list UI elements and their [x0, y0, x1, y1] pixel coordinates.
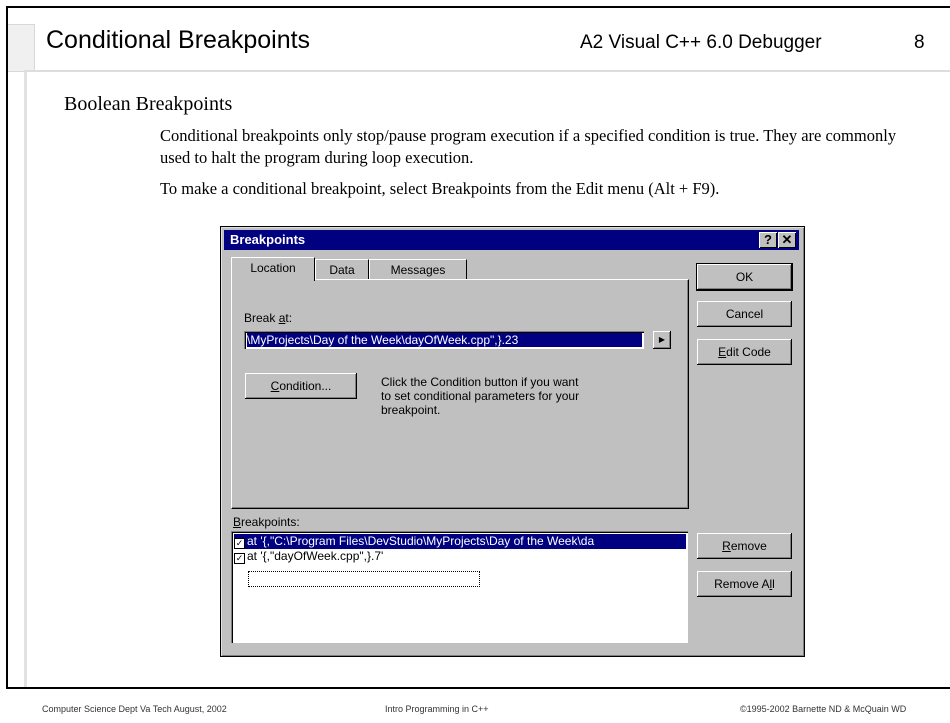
breakpoint-row[interactable]: ✓ at '{,"C:\Program Files\DevStudio\MyPro… — [234, 534, 686, 549]
break-at-field[interactable]: \MyProjects\Day of the Week\dayOfWeek.cp… — [244, 331, 644, 349]
checkbox-checked-icon[interactable]: ✓ — [234, 538, 245, 549]
slide-title: Conditional Breakpoints — [46, 26, 311, 54]
tab-location[interactable]: Location — [231, 257, 315, 281]
content-left-bar — [24, 72, 27, 687]
break-at-value: \MyProjects\Day of the Week\dayOfWeek.cp… — [247, 333, 642, 347]
title-tab-decoration — [8, 24, 35, 72]
paragraph-conditional-breakpoints: Conditional breakpoints only stop/pause … — [160, 126, 897, 167]
condition-hint-text: Click the Condition button if you want t… — [381, 375, 580, 417]
cancel-button[interactable]: Cancel — [697, 301, 792, 327]
section-heading: Boolean Breakpoints — [64, 93, 233, 115]
slide-frame-top — [6, 6, 950, 8]
ok-button[interactable]: OK — [696, 263, 793, 291]
slide-subtitle: A2 Visual C++ 6.0 Debugger — [580, 32, 822, 53]
breakpoints-dialog: Breakpoints ? ✕ Location Data Messages B… — [220, 226, 805, 657]
remove-button[interactable]: Remove — [697, 533, 792, 559]
footer-center: Intro Programming in C++ — [385, 704, 489, 714]
footer-left: Computer Science Dept Va Tech August, 20… — [42, 704, 227, 714]
slide-page-number: 8 — [914, 32, 925, 53]
breakpoint-text: at '{,"C:\Program Files\DevStudio\MyProj… — [247, 534, 595, 548]
break-at-label: Break at: — [244, 311, 293, 325]
condition-button[interactable]: Condition... — [245, 373, 357, 399]
slide-frame-left — [6, 6, 8, 688]
dialog-title-bar: Breakpoints ? ✕ — [224, 230, 799, 250]
slide-frame-bottom — [6, 687, 950, 689]
paragraph-make-breakpoint: To make a conditional breakpoint, select… — [160, 179, 720, 198]
new-breakpoint-entry[interactable] — [248, 571, 480, 587]
breakpoints-list-label: Breakpoints: — [233, 515, 300, 529]
help-button[interactable]: ? — [759, 232, 777, 248]
breakpoint-text: at '{,"dayOfWeek.cpp",}.7' — [247, 549, 384, 563]
close-icon[interactable]: ✕ — [778, 232, 796, 248]
tab-messages[interactable]: Messages — [369, 259, 467, 280]
remove-all-button[interactable]: Remove All — [697, 571, 792, 597]
footer-right: ©1995-2002 Barnette ND & McQuain WD — [740, 704, 907, 714]
checkbox-checked-icon[interactable]: ✓ — [234, 553, 245, 564]
breakpoints-list[interactable]: ✓ at '{,"C:\Program Files\DevStudio\MyPro… — [231, 531, 688, 643]
title-separator — [24, 70, 950, 72]
edit-code-button[interactable]: Edit Code — [697, 339, 792, 365]
tab-data[interactable]: Data — [315, 259, 369, 280]
break-at-menu-arrow-icon[interactable]: ▶ — [653, 331, 671, 349]
breakpoint-row[interactable]: ✓ at '{,"dayOfWeek.cpp",}.7' — [234, 549, 383, 564]
dialog-title: Breakpoints — [230, 232, 306, 247]
